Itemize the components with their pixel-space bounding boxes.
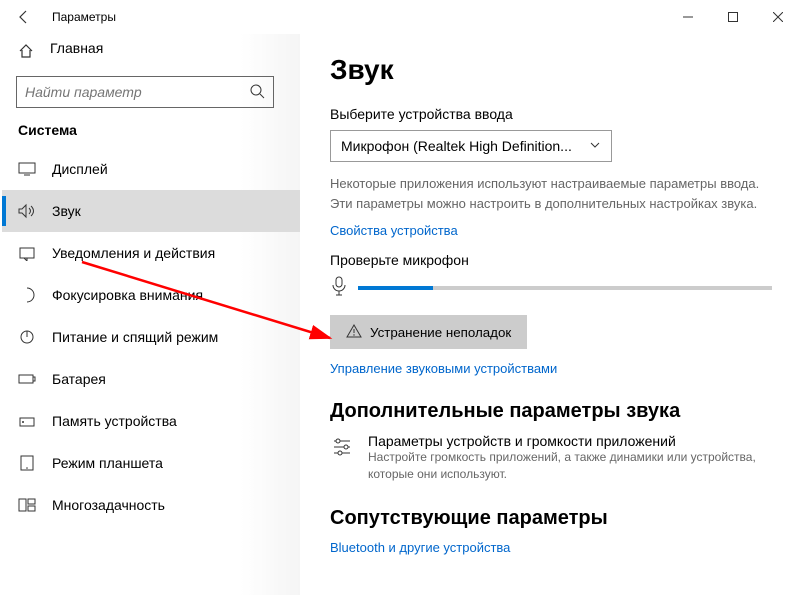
minimize-button[interactable]	[665, 0, 710, 34]
storage-icon	[18, 413, 36, 429]
home-icon	[18, 43, 34, 62]
input-device-value: Микрофон (Realtek High Definition...	[341, 138, 572, 154]
sidebar-item-focus[interactable]: Фокусировка внимания	[2, 274, 300, 316]
sidebar-item-notifications[interactable]: Уведомления и действия	[2, 232, 300, 274]
sidebar-item-battery[interactable]: Батарея	[2, 358, 300, 400]
sidebar-item-sound[interactable]: Звук	[2, 190, 300, 232]
search-input[interactable]	[25, 84, 249, 100]
page-title: Звук	[330, 54, 772, 86]
home-link[interactable]: Главная	[2, 34, 300, 70]
section-title: Система	[2, 122, 300, 138]
sliders-icon	[330, 433, 354, 483]
input-device-select[interactable]: Микрофон (Realtek High Definition...	[330, 130, 612, 162]
notifications-icon	[18, 245, 36, 261]
tablet-icon	[18, 455, 36, 471]
advanced-heading: Дополнительные параметры звука	[330, 400, 772, 423]
bluetooth-link[interactable]: Bluetooth и другие устройства	[330, 540, 772, 555]
related-heading: Сопутствующие параметры	[330, 507, 772, 530]
manage-devices-link[interactable]: Управление звуковыми устройствами	[330, 361, 772, 376]
troubleshoot-button[interactable]: Устранение неполадок	[330, 315, 527, 349]
search-icon	[249, 83, 265, 102]
app-volume-row[interactable]: Параметры устройств и громкости приложен…	[330, 433, 772, 483]
sidebar-item-multitask[interactable]: Многозадачность	[2, 484, 300, 526]
app-volume-title: Параметры устройств и громкости приложен…	[368, 433, 772, 449]
maximize-button[interactable]	[710, 0, 755, 34]
troubleshoot-label: Устранение неполадок	[370, 325, 511, 340]
search-box[interactable]	[16, 76, 274, 108]
focus-icon	[18, 287, 36, 303]
sidebar-item-power[interactable]: Питание и спящий режим	[2, 316, 300, 358]
chevron-down-icon	[589, 138, 601, 154]
input-description: Некоторые приложения используют настраив…	[330, 174, 772, 213]
display-icon	[18, 162, 36, 176]
title-bar: Параметры	[0, 0, 800, 34]
battery-icon	[18, 373, 36, 385]
sidebar-item-label: Режим планшета	[52, 455, 163, 471]
input-device-label: Выберите устройства ввода	[330, 106, 772, 122]
sidebar-item-label: Батарея	[52, 371, 106, 387]
sidebar-item-label: Уведомления и действия	[52, 245, 215, 261]
mic-level-bar	[358, 286, 772, 290]
back-button[interactable]	[10, 9, 38, 25]
app-volume-sub: Настройте громкость приложений, а также …	[368, 449, 772, 483]
sidebar-item-label: Питание и спящий режим	[52, 329, 218, 345]
main-content: Звук Выберите устройства ввода Микрофон …	[300, 34, 800, 595]
sidebar-item-label: Многозадачность	[52, 497, 165, 513]
sidebar: Главная Система Дисплей Звук Уведомления…	[0, 34, 300, 595]
sidebar-item-display[interactable]: Дисплей	[2, 148, 300, 190]
home-label: Главная	[50, 40, 103, 56]
sidebar-item-label: Память устройства	[52, 413, 177, 429]
test-mic-label: Проверьте микрофон	[330, 252, 772, 268]
device-properties-link[interactable]: Свойства устройства	[330, 223, 772, 238]
close-button[interactable]	[755, 0, 800, 34]
microphone-icon	[330, 276, 348, 299]
window-title: Параметры	[52, 10, 116, 24]
power-icon	[18, 329, 36, 345]
sidebar-item-label: Фокусировка внимания	[52, 287, 203, 303]
warning-icon	[346, 323, 362, 342]
sidebar-item-label: Дисплей	[52, 161, 108, 177]
sound-icon	[18, 203, 36, 219]
sidebar-item-tablet[interactable]: Режим планшета	[2, 442, 300, 484]
sidebar-item-label: Звук	[52, 203, 81, 219]
multitask-icon	[18, 498, 36, 512]
sidebar-item-storage[interactable]: Память устройства	[2, 400, 300, 442]
